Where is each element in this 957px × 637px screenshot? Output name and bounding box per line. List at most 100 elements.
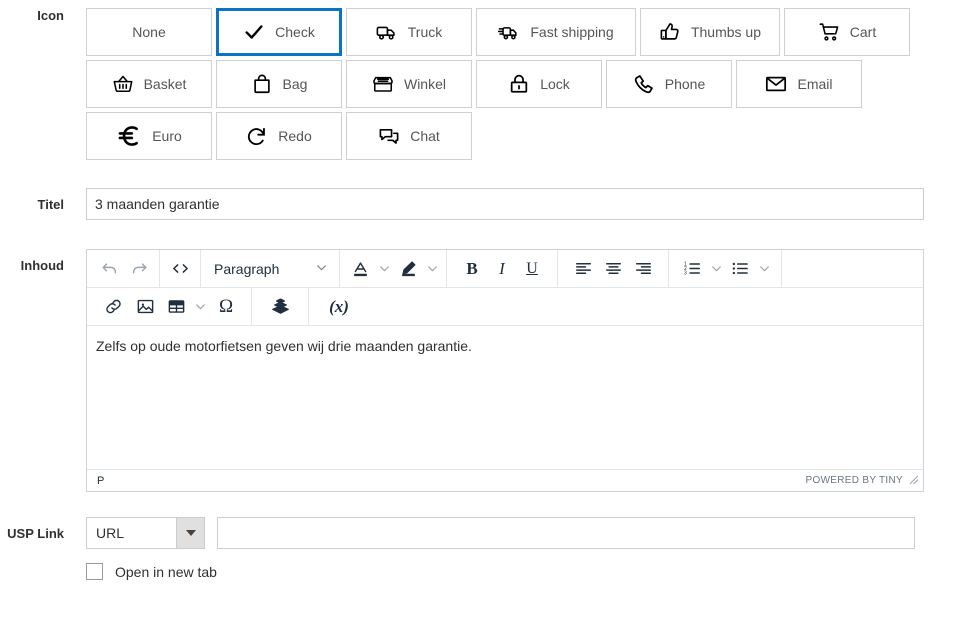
- thumbs-up-icon: [659, 21, 681, 43]
- icon-option-basket[interactable]: Basket: [86, 60, 212, 108]
- content-field-row: Inhoud Paragraph B I U 1 2 3 Ω (x) Zelfs…: [0, 249, 957, 492]
- open-new-tab-checkbox[interactable]: [86, 563, 103, 580]
- fast-shipping-icon: [498, 21, 520, 43]
- icon-option-email[interactable]: Email: [736, 60, 862, 108]
- bag-icon: [251, 73, 273, 95]
- usp-link-field-row: USP Link URL Open in new tab: [0, 517, 957, 580]
- editor-status-bar: P POWERED BY TINY: [87, 469, 923, 491]
- icon-option-bag[interactable]: Bag: [216, 60, 342, 108]
- redo-icon[interactable]: [124, 255, 154, 283]
- icon-option-truck[interactable]: Truck: [346, 8, 472, 56]
- toolbar-group-variables: (x): [309, 288, 369, 326]
- icon-option-thumbs-up[interactable]: Thumbs up: [640, 8, 780, 56]
- toolbar-group-colors: [340, 249, 447, 288]
- title-field-control: [86, 188, 957, 220]
- background-color-chevron-down-icon[interactable]: [423, 255, 441, 283]
- editor-toolbar-row-2: Ω (x): [87, 287, 923, 326]
- icon-option-grid: None Check Truck Fast shipping Thumbs up…: [86, 8, 932, 160]
- title-field-label: Titel: [37, 197, 65, 212]
- tiny-branding-label: POWERED BY TINY: [805, 475, 903, 486]
- euro-icon: [116, 123, 142, 149]
- undo-icon[interactable]: [94, 255, 124, 283]
- toolbar-group-align: [558, 249, 669, 288]
- icon-option-label: Email: [797, 76, 833, 92]
- table-chevron-down-icon[interactable]: [191, 293, 209, 321]
- icon-option-none[interactable]: None: [86, 8, 212, 56]
- toolbar-group-blockformat: Paragraph: [201, 249, 340, 288]
- toolbar-group-blocks: [252, 287, 309, 326]
- toolbar-group-insert: Ω: [89, 287, 252, 326]
- icon-option-label: Lock: [540, 76, 570, 92]
- icon-field-row: Icon None Check Truck Fast shipping Thum…: [0, 8, 957, 160]
- source-code-icon[interactable]: [165, 255, 195, 283]
- icon-option-redo[interactable]: Redo: [216, 112, 342, 160]
- usp-form-page: Icon None Check Truck Fast shipping Thum…: [0, 8, 957, 637]
- table-icon[interactable]: [161, 293, 191, 321]
- phone-icon: [633, 73, 655, 95]
- icon-option-label: Redo: [278, 128, 312, 144]
- icon-option-cart[interactable]: Cart: [784, 8, 910, 56]
- element-path[interactable]: P: [97, 475, 105, 487]
- icon-option-label: None: [132, 24, 166, 40]
- icon-option-label: Winkel: [403, 76, 446, 92]
- dropdown-arrow-icon[interactable]: [176, 518, 204, 548]
- truck-icon: [376, 21, 398, 43]
- resize-handle-icon[interactable]: [908, 474, 919, 488]
- editor-toolbar-row-1: Paragraph B I U 1 2 3: [87, 249, 923, 288]
- block-format-select[interactable]: Paragraph: [206, 255, 334, 283]
- bullet-list-chevron-down-icon[interactable]: [755, 255, 773, 283]
- icon-option-check[interactable]: Check: [216, 8, 342, 56]
- variable-icon[interactable]: (x): [321, 293, 357, 321]
- icon-option-winkel[interactable]: Winkel: [346, 60, 472, 108]
- link-type-select[interactable]: URL: [86, 517, 205, 549]
- icon-option-label: Cart: [849, 24, 877, 40]
- content-field-label: Inhoud: [20, 258, 64, 273]
- usp-link-url-input[interactable]: [217, 517, 915, 549]
- usp-link-inputs: URL: [86, 517, 957, 549]
- icon-option-label: Euro: [152, 128, 182, 144]
- svg-text:3: 3: [683, 270, 686, 276]
- text-color-chevron-down-icon[interactable]: [375, 255, 393, 283]
- icon-option-euro[interactable]: Euro: [86, 112, 212, 160]
- editor-content-area[interactable]: Zelfs op oude motorfietsen geven wij dri…: [87, 326, 923, 469]
- align-right-icon[interactable]: [628, 255, 658, 283]
- align-left-icon[interactable]: [568, 255, 598, 283]
- icon-option-phone[interactable]: Phone: [606, 60, 732, 108]
- redo-icon: [246, 125, 268, 147]
- content-field-control: Paragraph B I U 1 2 3 Ω (x) Zelfs op oud…: [86, 249, 957, 492]
- open-new-tab-row: Open in new tab: [86, 563, 957, 580]
- blocks-icon[interactable]: [264, 293, 296, 321]
- icon-option-label: Thumbs up: [690, 24, 762, 40]
- special-character-icon[interactable]: Ω: [209, 293, 243, 321]
- icon-option-lock[interactable]: Lock: [476, 60, 602, 108]
- usp-link-field-label: USP Link: [7, 526, 64, 541]
- toolbar-group-lists: 1 2 3: [669, 249, 782, 288]
- align-center-icon[interactable]: [598, 255, 628, 283]
- link-icon[interactable]: [97, 293, 129, 321]
- usp-link-field-control: URL Open in new tab: [86, 517, 957, 580]
- numbered-list-chevron-down-icon[interactable]: [707, 255, 725, 283]
- icon-option-label: Check: [275, 24, 315, 40]
- icon-field-control: None Check Truck Fast shipping Thumbs up…: [86, 8, 957, 160]
- chat-icon: [378, 125, 400, 147]
- open-new-tab-label[interactable]: Open in new tab: [115, 564, 217, 580]
- icon-field-label: Icon: [37, 8, 64, 23]
- italic-icon[interactable]: I: [487, 255, 517, 283]
- numbered-list-icon[interactable]: 1 2 3: [677, 255, 707, 283]
- tiny-branding[interactable]: POWERED BY TINY: [806, 474, 919, 488]
- text-color-icon[interactable]: [345, 255, 375, 283]
- background-color-icon[interactable]: [393, 255, 423, 283]
- bullet-list-icon[interactable]: [725, 255, 755, 283]
- underline-icon[interactable]: U: [517, 255, 547, 283]
- image-icon[interactable]: [129, 293, 161, 321]
- icon-option-chat[interactable]: Chat: [346, 112, 472, 160]
- icon-option-fast-shipping[interactable]: Fast shipping: [476, 8, 636, 56]
- icon-option-label: Phone: [664, 76, 706, 92]
- chevron-down-icon: [315, 261, 328, 277]
- title-input[interactable]: [86, 188, 924, 220]
- icon-option-label: Fast shipping: [530, 24, 614, 40]
- link-type-value: URL: [96, 525, 125, 541]
- bold-icon[interactable]: B: [457, 255, 487, 283]
- icon-option-label: Bag: [282, 76, 308, 92]
- toolbar-group-history: [89, 249, 160, 288]
